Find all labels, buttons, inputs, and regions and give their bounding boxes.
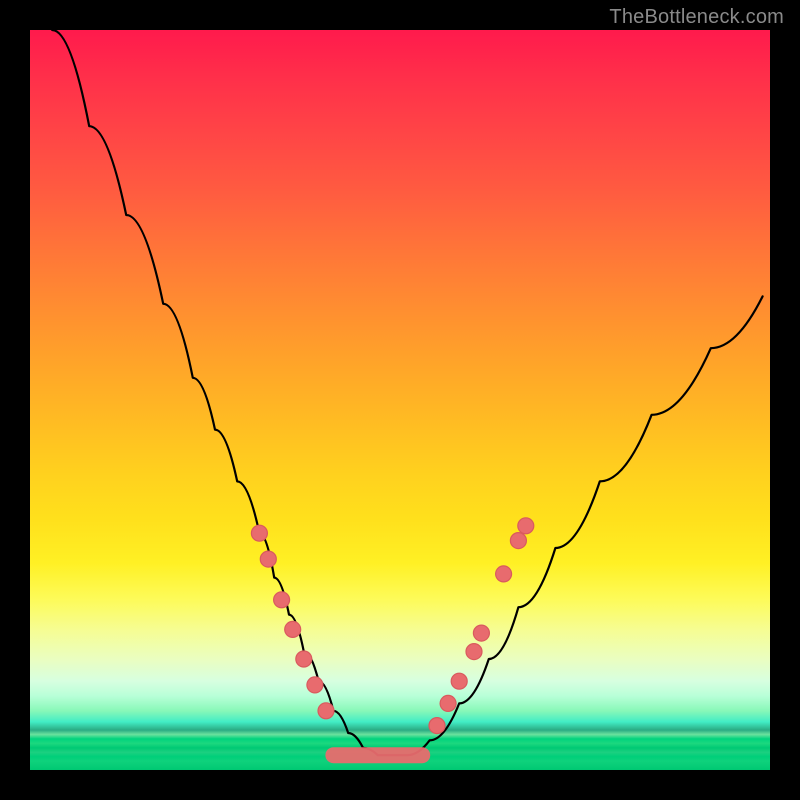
marker-dot — [429, 718, 445, 734]
marker-dot — [466, 644, 482, 660]
marker-dot — [296, 651, 312, 667]
marker-dot — [518, 518, 534, 534]
marker-dot — [285, 621, 301, 637]
marker-dot — [440, 695, 456, 711]
marker-dot — [260, 551, 276, 567]
bottleneck-curve — [52, 30, 762, 755]
chart-overlay — [30, 30, 770, 770]
chart-frame: TheBottleneck.com — [0, 0, 800, 800]
marker-dot — [251, 525, 267, 541]
marker-dot — [510, 533, 526, 549]
watermark-text: TheBottleneck.com — [609, 6, 784, 29]
marker-dot — [451, 673, 467, 689]
markers-right-group — [429, 518, 534, 734]
markers-left-group — [251, 525, 334, 719]
marker-dot — [496, 566, 512, 582]
marker-dot — [307, 677, 323, 693]
marker-dot — [274, 592, 290, 608]
marker-dot — [318, 703, 334, 719]
marker-dot — [473, 625, 489, 641]
